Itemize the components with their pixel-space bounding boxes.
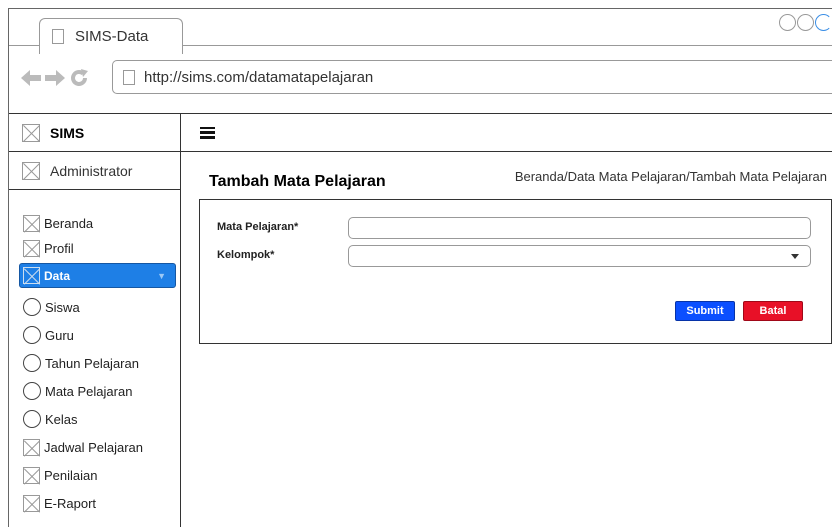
sidebar-item-label: Jadwal Pelajaran bbox=[44, 439, 144, 455]
sidebar-item-mata-pelajaran[interactable]: Mata Pelajaran bbox=[9, 377, 180, 405]
url-text: http://sims.com/datamatapelajaran bbox=[144, 68, 374, 86]
placeholder-icon bbox=[23, 215, 40, 232]
mata-pelajaran-label: Mata Pelajaran* bbox=[217, 221, 299, 233]
chevron-down-icon: ▼ bbox=[157, 270, 166, 281]
browser-navbar: http://sims.com/datamatapelajaran bbox=[9, 46, 832, 112]
sidebar-item-penilaian[interactable]: Penilaian bbox=[9, 461, 180, 489]
sidebar: SIMS Administrator Beranda Profil Data ▼… bbox=[9, 114, 181, 527]
page-icon bbox=[123, 69, 135, 85]
placeholder-icon bbox=[23, 267, 40, 284]
main-content: Tambah Mata Pelajaran Beranda/Data Mata … bbox=[181, 114, 832, 527]
submit-button[interactable]: Submit bbox=[675, 301, 735, 321]
circle-icon bbox=[23, 326, 41, 344]
user-name: Administrator bbox=[50, 162, 133, 179]
sidebar-item-profil[interactable]: Profil bbox=[9, 236, 180, 261]
window-maximize-button[interactable] bbox=[797, 14, 814, 31]
window-minimize-button[interactable] bbox=[779, 14, 796, 31]
forward-arrow-icon[interactable] bbox=[45, 68, 65, 88]
placeholder-icon bbox=[23, 240, 40, 257]
window-controls bbox=[779, 14, 832, 31]
sidebar-item-label: Data bbox=[44, 268, 71, 283]
nav-buttons bbox=[21, 68, 89, 88]
circle-icon bbox=[23, 354, 41, 372]
app-container: SIMS Administrator Beranda Profil Data ▼… bbox=[9, 113, 832, 527]
sidebar-brand[interactable]: SIMS bbox=[9, 114, 180, 152]
hamburger-menu-icon[interactable] bbox=[200, 126, 215, 139]
sidebar-item-label: Beranda bbox=[44, 216, 94, 231]
cancel-button[interactable]: Batal bbox=[743, 301, 803, 321]
sidebar-user[interactable]: Administrator bbox=[9, 152, 180, 190]
mata-pelajaran-input[interactable] bbox=[348, 217, 811, 239]
sidebar-item-data[interactable]: Data ▼ bbox=[19, 263, 176, 288]
sidebar-item-guru[interactable]: Guru bbox=[9, 321, 180, 349]
sidebar-menu: Beranda Profil Data ▼ Siswa Guru Tahun P… bbox=[9, 190, 180, 517]
sidebar-item-kelas[interactable]: Kelas bbox=[9, 405, 180, 433]
page-icon bbox=[52, 29, 64, 44]
sidebar-item-label: Kelas bbox=[45, 411, 78, 427]
kelompok-select[interactable] bbox=[348, 245, 811, 267]
circle-icon bbox=[23, 382, 41, 400]
sidebar-item-label: E-Raport bbox=[44, 495, 97, 511]
breadcrumb[interactable]: Beranda/Data Mata Pelajaran/Tambah Mata … bbox=[515, 169, 827, 184]
sidebar-item-label: Tahun Pelajaran bbox=[45, 355, 139, 371]
circle-icon bbox=[23, 410, 41, 428]
sidebar-item-label: Penilaian bbox=[44, 467, 98, 483]
window-close-button[interactable] bbox=[815, 14, 832, 31]
reload-icon[interactable] bbox=[69, 68, 89, 88]
user-placeholder-icon bbox=[22, 161, 40, 180]
logo-placeholder-icon bbox=[22, 123, 40, 142]
page-title: Tambah Mata Pelajaran bbox=[209, 173, 386, 190]
placeholder-icon bbox=[23, 494, 40, 512]
sidebar-item-jadwal-pelajaran[interactable]: Jadwal Pelajaran bbox=[9, 433, 180, 461]
tab-title: SIMS-Data bbox=[75, 28, 149, 45]
address-bar[interactable]: http://sims.com/datamatapelajaran bbox=[112, 60, 832, 94]
sidebar-item-siswa[interactable]: Siswa bbox=[9, 293, 180, 321]
chevron-down-icon bbox=[791, 254, 799, 259]
browser-window: SIMS-Data http://sims.com/datamatapelaja… bbox=[8, 8, 832, 527]
placeholder-icon bbox=[23, 466, 40, 484]
kelompok-label: Kelompok* bbox=[217, 249, 275, 261]
brand-name: SIMS bbox=[50, 124, 85, 141]
sidebar-item-label: Guru bbox=[45, 327, 74, 343]
form-card: Mata Pelajaran* Kelompok* Submit Batal bbox=[199, 199, 832, 344]
sidebar-item-label: Mata Pelajaran bbox=[45, 383, 133, 399]
top-bar bbox=[181, 114, 832, 152]
back-arrow-icon[interactable] bbox=[21, 68, 41, 88]
sidebar-item-label: Profil bbox=[44, 241, 74, 256]
sidebar-item-label: Siswa bbox=[45, 299, 80, 315]
sidebar-item-beranda[interactable]: Beranda bbox=[9, 211, 180, 236]
circle-icon bbox=[23, 298, 41, 316]
sidebar-item-tahun-pelajaran[interactable]: Tahun Pelajaran bbox=[9, 349, 180, 377]
sidebar-item-e-raport[interactable]: E-Raport bbox=[9, 489, 180, 517]
placeholder-icon bbox=[23, 438, 40, 456]
